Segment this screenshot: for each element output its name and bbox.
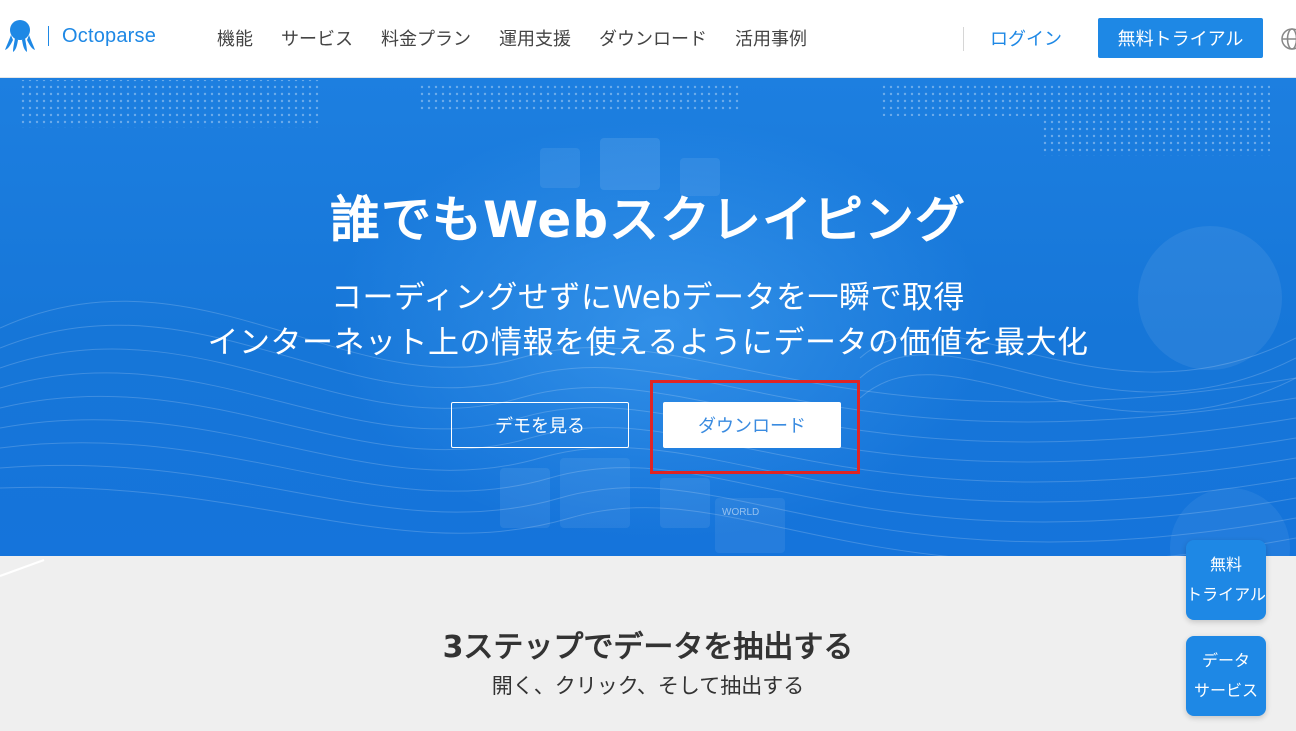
floating-data-line2: サービス	[1193, 681, 1258, 700]
hero-subtitle-line2: インターネット上の情報を使えるようにデータの価値を最大化	[207, 325, 1089, 361]
watch-demo-button[interactable]: デモを見る	[451, 402, 629, 448]
octopus-icon	[5, 20, 35, 52]
hero-title: 誰でもWebスクレイピング	[329, 191, 967, 249]
hero-subtitle-line1: コーディングせずにWebデータを一瞬で取得	[331, 280, 965, 316]
steps-subtitle: 開く、クリック、そして抽出する	[491, 674, 805, 698]
steps-title: 3ステップでデータを抽出する	[442, 630, 854, 665]
site-header: Octoparse 機能 サービス 料金プラン 運用支援 ダウンロード 活用事例…	[0, 0, 1296, 78]
octoparse-logo[interactable]: Octoparse	[4, 18, 156, 54]
nav-item-download[interactable]: ダウンロード	[599, 25, 707, 51]
hero-section: WORLD 誰でもWebスクレイピング コーディングせずにWebデータを一瞬で取…	[0, 78, 1296, 556]
header-divider	[963, 27, 964, 51]
floating-data-service-button[interactable]: データ サービス	[1186, 636, 1266, 716]
nav-item-case-studies[interactable]: 活用事例	[735, 25, 807, 51]
logo-divider	[48, 26, 49, 46]
nav-item-features[interactable]: 機能	[217, 25, 253, 51]
nav-item-services[interactable]: サービス	[281, 25, 353, 51]
floating-trial-line1: 無料	[1209, 555, 1242, 574]
logo-text: Octoparse	[62, 24, 157, 47]
nav-item-support[interactable]: 運用支援	[499, 25, 571, 51]
steps-section: 3ステップでデータを抽出する 開く、クリック、そして抽出する	[0, 556, 1296, 731]
floating-free-trial-button[interactable]: 無料 トライアル	[1186, 540, 1266, 620]
globe-icon[interactable]	[1280, 27, 1296, 51]
floating-trial-line2: トライアル	[1186, 585, 1266, 604]
free-trial-button[interactable]: 無料トライアル	[1098, 18, 1263, 58]
main-nav: 機能 サービス 料金プラン 運用支援 ダウンロード 活用事例	[217, 22, 835, 54]
floating-data-line1: データ	[1201, 651, 1250, 670]
decor-line	[0, 559, 45, 577]
login-link[interactable]: ログイン	[990, 25, 1062, 51]
nav-item-pricing[interactable]: 料金プラン	[381, 25, 471, 51]
download-button[interactable]: ダウンロード	[663, 402, 841, 448]
